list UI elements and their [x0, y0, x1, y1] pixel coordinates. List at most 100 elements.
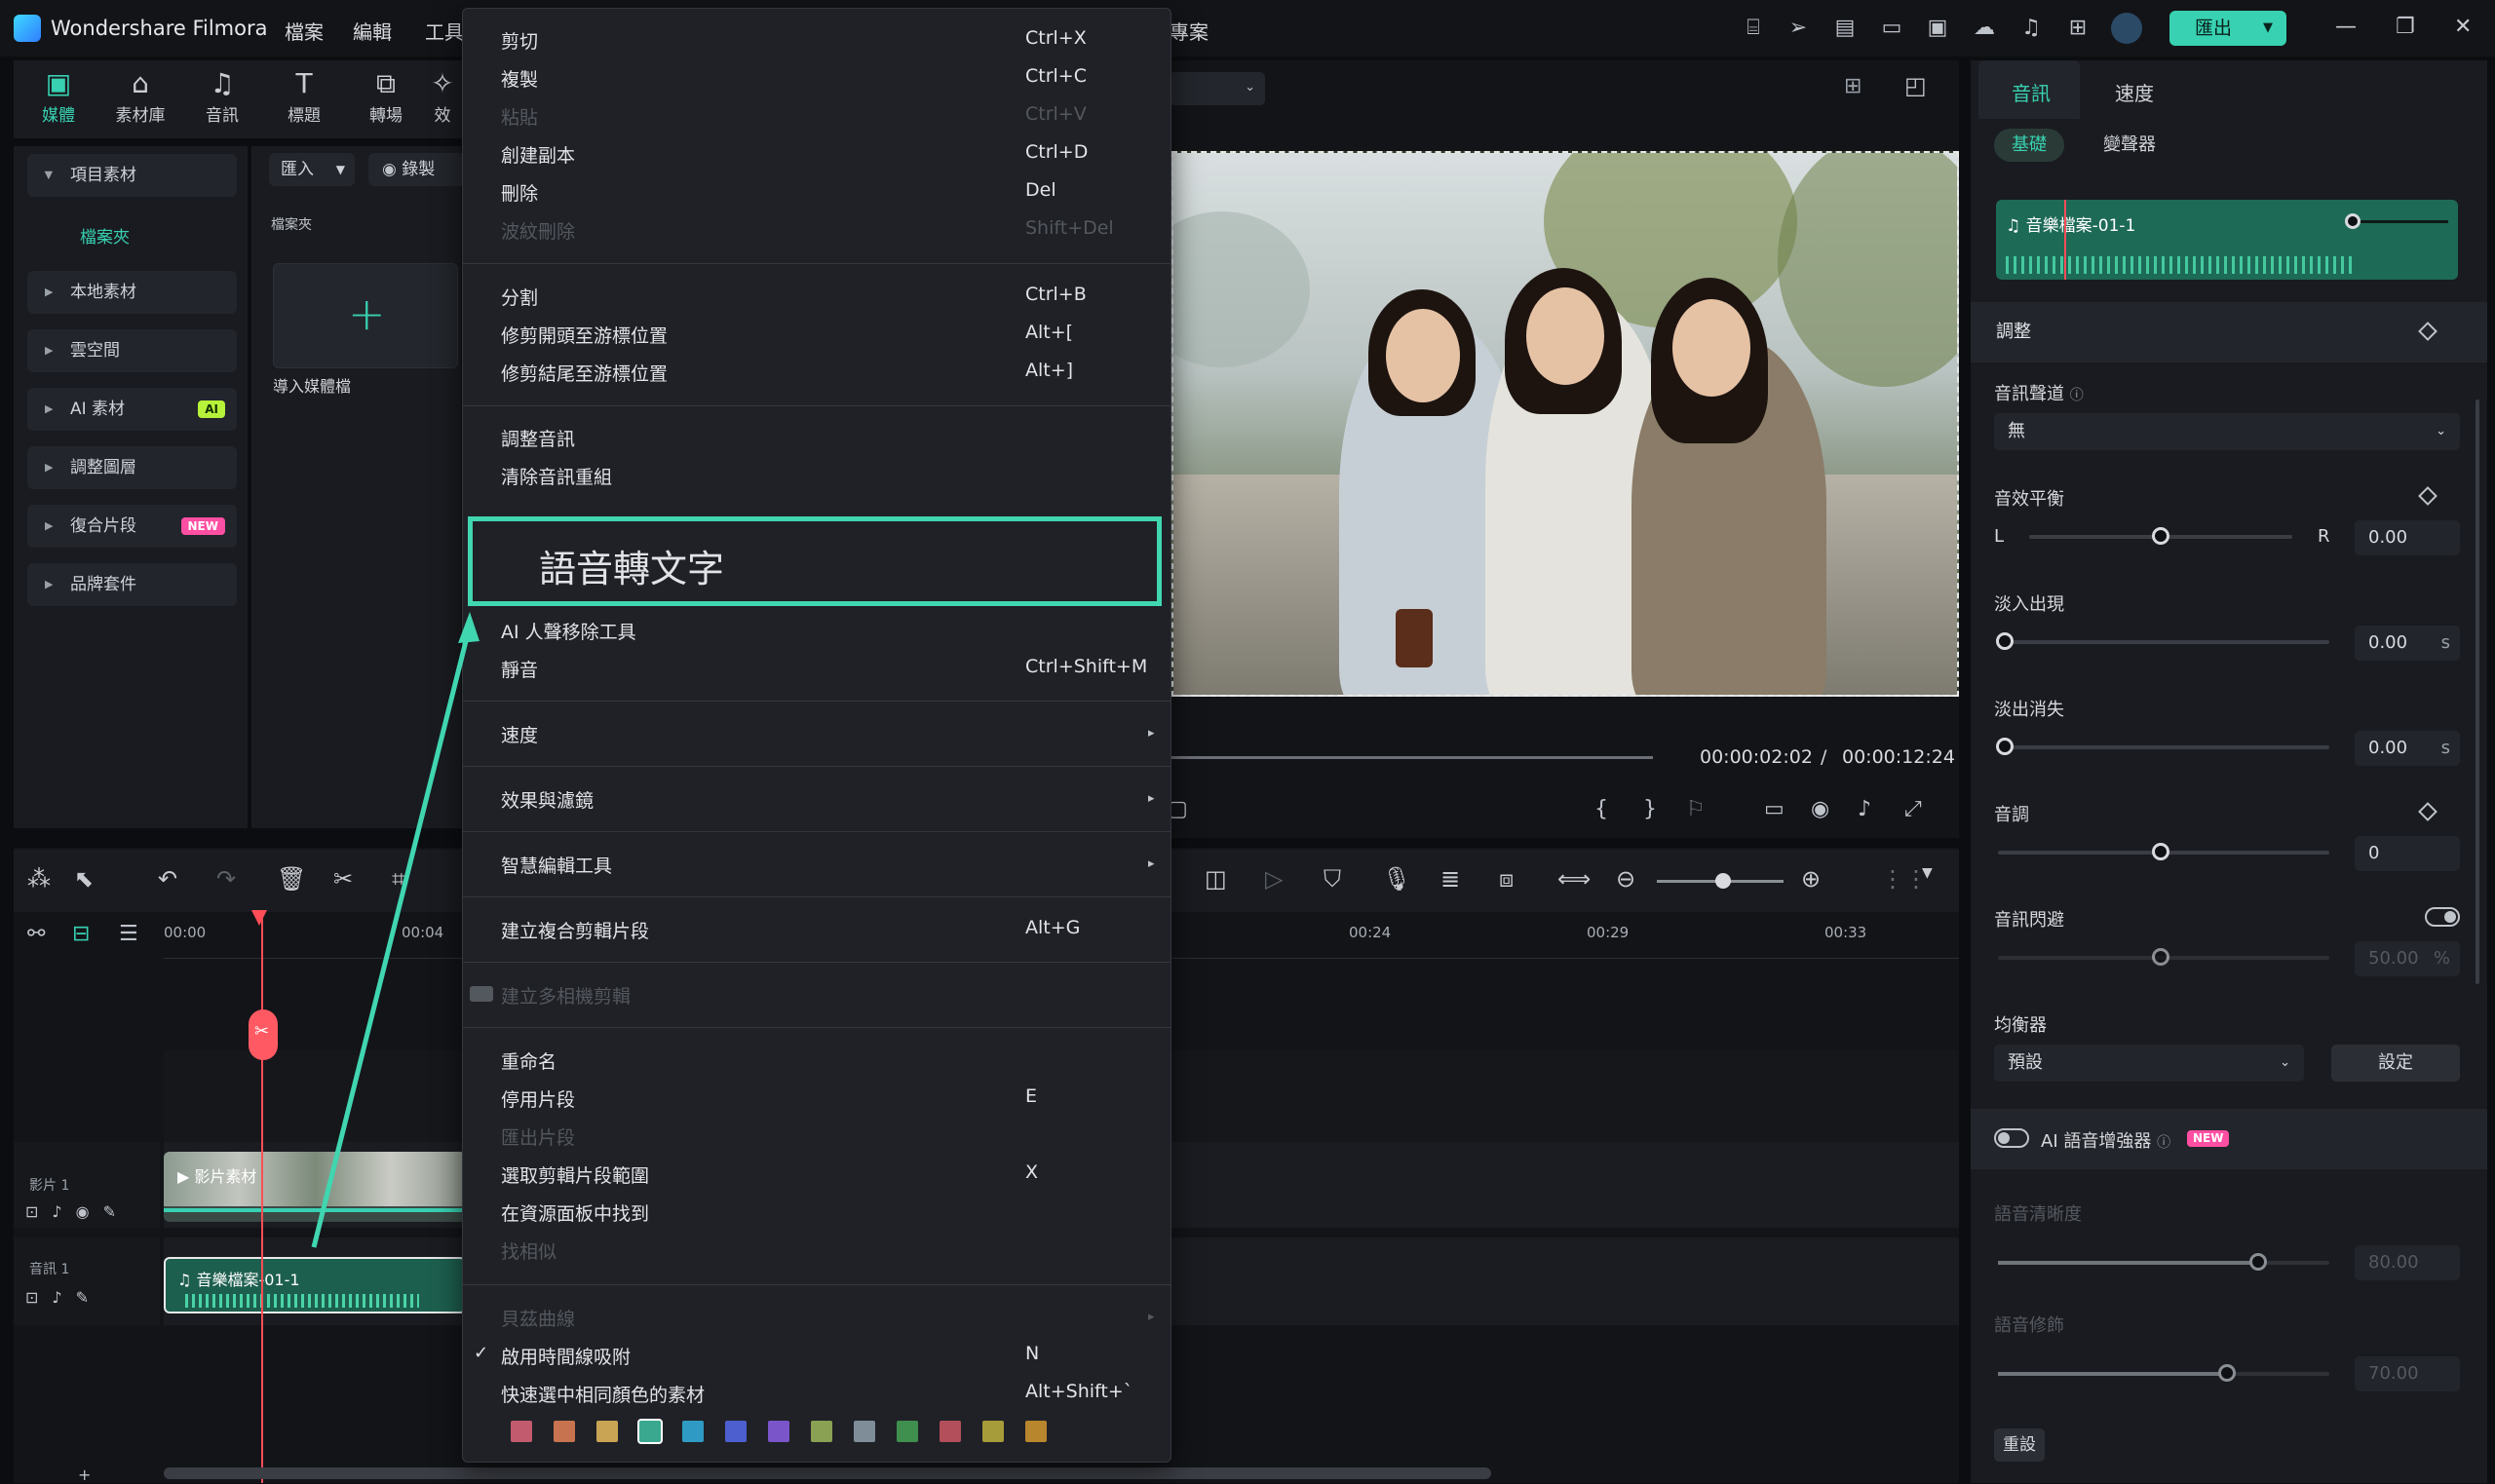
tab-titles[interactable]: T 標題 — [265, 66, 343, 126]
color-swatch[interactable] — [596, 1421, 618, 1442]
menu-item-compound-clip[interactable]: 建立複合剪輯片段 — [501, 917, 649, 943]
fadeout-slider[interactable] — [1998, 745, 2329, 749]
layout-icon[interactable]: ▭ — [1879, 16, 1904, 41]
beautify-value[interactable]: 70.00 — [2355, 1356, 2460, 1391]
tab-audio-props[interactable]: 音訊 — [2012, 78, 2051, 106]
fadeout-value[interactable]: 0.00 s — [2355, 731, 2460, 766]
menu-edit[interactable]: 編輯 — [353, 17, 392, 45]
properties-scrollbar[interactable] — [2476, 400, 2479, 984]
menu-item-trim-start[interactable]: 修剪開頭至游標位置 — [501, 322, 668, 348]
color-swatch[interactable] — [554, 1421, 575, 1442]
menu-item-split[interactable]: 分割 — [501, 284, 538, 310]
nav-ai-media[interactable]: ▶ AI 素材 AI — [27, 388, 237, 431]
nav-adjustment-layer[interactable]: ▶ 調整圖層 — [27, 446, 237, 489]
gift-icon[interactable]: ⌸ — [1741, 16, 1766, 41]
audio-clip[interactable]: ♫ 音樂檔案-01-1 — [164, 1257, 466, 1313]
menu-item-select-range[interactable]: 選取剪輯片段範圍 — [501, 1161, 649, 1188]
tasks-icon[interactable]: ▤ — [1832, 16, 1858, 41]
export-dropdown-icon[interactable]: ▼ — [2263, 11, 2273, 46]
menu-item-smart-tools[interactable]: 智慧編輯工具 — [501, 852, 612, 878]
nav-brand-kit[interactable]: ▶ 品牌套件 — [27, 563, 237, 606]
pitch-value[interactable]: 0 — [2355, 836, 2460, 871]
playhead-split-handle[interactable]: ✂ — [249, 1009, 278, 1060]
color-swatch[interactable] — [725, 1421, 747, 1442]
ducking-knob[interactable] — [2152, 948, 2169, 966]
close-icon[interactable]: ✕ — [2454, 15, 2472, 39]
marker-icon[interactable]: ⚐ — [1686, 797, 1706, 821]
restore-icon[interactable]: ❐ — [2396, 15, 2415, 39]
menu-item-delete[interactable]: 刪除 — [501, 179, 538, 206]
mark-out-icon[interactable]: } — [1643, 797, 1657, 821]
more-options-icon[interactable]: ⋮⋮ — [1881, 865, 1928, 893]
color-swatch[interactable] — [897, 1421, 918, 1442]
audio-track-controls[interactable]: ⊡♪✎ — [25, 1288, 102, 1307]
menu-file[interactable]: 檔案 — [285, 17, 324, 45]
unlink-icon[interactable]: ⚯ — [27, 922, 45, 946]
video-preview[interactable] — [1171, 151, 1959, 697]
menu-item-disable-clip[interactable]: 停用片段 — [501, 1085, 575, 1112]
layout-grid-icon[interactable]: ⁂ — [27, 865, 51, 893]
import-media-tile[interactable]: + — [273, 263, 458, 368]
tab-stock[interactable]: ⌂ 素材庫 — [101, 66, 179, 126]
ducking-toggle[interactable] — [2425, 907, 2460, 927]
add-track-icon[interactable]: + — [78, 1465, 91, 1484]
avatar[interactable] — [2111, 13, 2142, 44]
fadein-value[interactable]: 0.00 s — [2355, 626, 2460, 661]
apps-grid-icon[interactable]: ⊞ — [2065, 16, 2091, 41]
equalizer-settings-button[interactable]: 設定 — [2331, 1045, 2460, 1082]
nav-folder[interactable]: 檔案夾 — [80, 223, 130, 247]
snapshot-view-icon[interactable]: ◰ — [1904, 72, 1927, 99]
tab-effects[interactable]: ✧ 效 — [423, 66, 462, 126]
color-swatch[interactable] — [511, 1421, 532, 1442]
mark-in-icon[interactable]: { — [1594, 797, 1608, 821]
minimize-icon[interactable]: — — [2335, 15, 2357, 39]
preview-quality-dropdown[interactable]: ⌄ — [1170, 72, 1265, 105]
link-icon[interactable]: ⊟ — [72, 922, 90, 946]
menu-item-find-in-media[interactable]: 在資源面板中找到 — [501, 1199, 649, 1226]
ai-audio-icon[interactable]: ⧈ — [1499, 865, 1514, 893]
chevron-down-icon[interactable]: ▼ — [1922, 865, 1933, 881]
zoom-slider-knob[interactable] — [1715, 873, 1731, 889]
tab-speed[interactable]: 速度 — [2115, 78, 2154, 106]
auto-reframe-icon[interactable]: ◫ — [1205, 865, 1227, 893]
fadeout-knob[interactable] — [1996, 738, 2014, 755]
menu-tools[interactable]: 工具 — [425, 17, 464, 45]
beautify-knob[interactable] — [2218, 1364, 2236, 1382]
redo-icon[interactable]: ↷ — [216, 865, 236, 893]
zoom-out-icon[interactable]: ⊖ — [1616, 865, 1635, 893]
track-settings-icon[interactable]: ☰ — [119, 922, 138, 946]
tab-media[interactable]: ▣ 媒體 — [19, 66, 97, 126]
play-clip-icon[interactable]: ▷ — [1265, 865, 1283, 893]
cloud-icon[interactable]: ☁ — [1972, 16, 1997, 41]
menu-item-adjust-audio[interactable]: 調整音訊 — [501, 425, 575, 451]
menu-item-mute[interactable]: 靜音 — [501, 656, 538, 682]
menu-item-select-same-color[interactable]: 快速選中相同顏色的素材 — [501, 1381, 705, 1407]
nav-compound-clip[interactable]: ▶ 復合片段 NEW — [27, 505, 237, 548]
fadein-slider[interactable] — [1998, 640, 2329, 644]
nav-project-media[interactable]: ▶ 項目素材 — [27, 154, 237, 197]
send-icon[interactable]: ➢ — [1785, 16, 1811, 41]
speech-to-text-highlight[interactable]: 語音轉文字 — [468, 516, 1162, 606]
color-swatch[interactable] — [982, 1421, 1004, 1442]
fit-icon[interactable]: ⟺ — [1557, 865, 1591, 893]
menu-item-speech-to-text[interactable]: 語音轉文字 — [539, 539, 724, 592]
color-swatch[interactable] — [768, 1421, 789, 1442]
menu-item-cut[interactable]: 剪切 — [501, 27, 538, 54]
tab-transitions[interactable]: ⧉ 轉場 — [347, 66, 425, 126]
balance-knob[interactable] — [2152, 527, 2169, 545]
export-button[interactable]: 匯出 ▼ — [2169, 11, 2286, 46]
video-track-controls[interactable]: ⊡♪◉✎ — [25, 1202, 130, 1221]
subtab-voice-changer[interactable]: 變聲器 — [2086, 129, 2173, 162]
zoom-in-icon[interactable]: ⊕ — [1801, 865, 1821, 893]
playhead[interactable] — [261, 916, 263, 1483]
channel-select[interactable]: 無 ⌄ — [1994, 413, 2460, 450]
menu-item-vocal-remover[interactable]: AI 人聲移除工具 — [501, 618, 636, 644]
clarity-value[interactable]: 80.00 — [2355, 1245, 2460, 1280]
tab-audio[interactable]: ♫ 音訊 — [183, 66, 261, 126]
nav-local-media[interactable]: ▶ 本地素材 — [27, 271, 237, 314]
ai-enhancer-toggle[interactable] — [1994, 1128, 2029, 1148]
pitch-knob[interactable] — [2152, 843, 2169, 860]
color-swatch[interactable] — [682, 1421, 704, 1442]
grid-view-icon[interactable]: ⊞ — [1844, 74, 1862, 98]
import-dropdown[interactable]: 匯入 ▼ — [269, 153, 355, 186]
